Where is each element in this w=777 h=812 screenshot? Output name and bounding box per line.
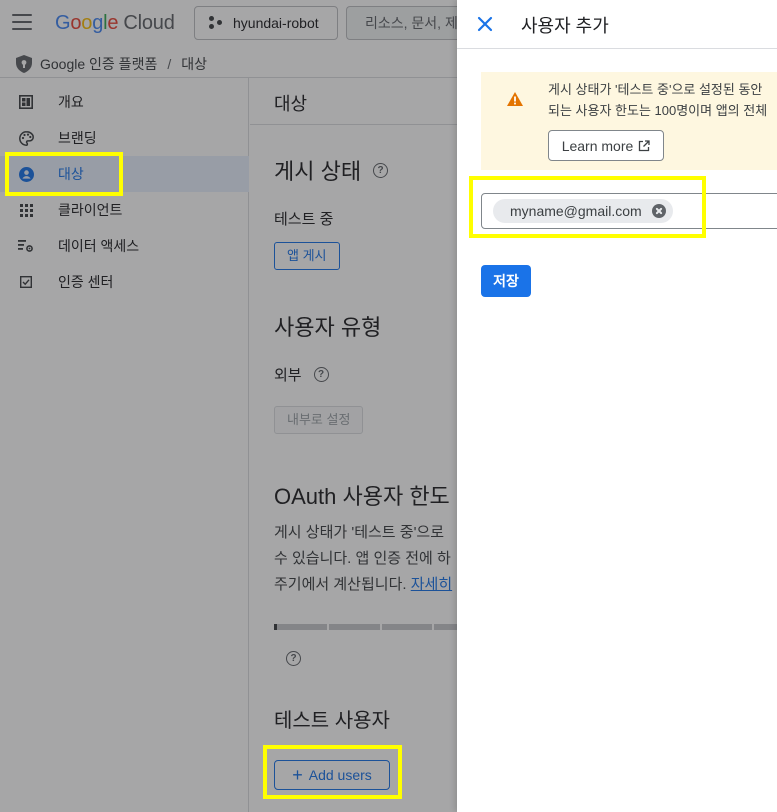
panel-title: 사용자 추가 xyxy=(521,16,609,36)
add-users-panel: 사용자 추가 게시 상태가 '테스트 중'으로 설정된 동안 되는 사용자 한도… xyxy=(457,0,777,812)
warning-text-line: 되는 사용자 한도는 100명이며 앱의 전체 xyxy=(548,103,768,118)
close-icon[interactable] xyxy=(475,14,495,34)
panel-header: 사용자 추가 xyxy=(457,0,777,49)
warning-icon xyxy=(507,92,523,106)
user-email-input[interactable]: myname@gmail.com xyxy=(481,193,777,229)
email-chip[interactable]: myname@gmail.com xyxy=(493,199,673,223)
external-link-icon xyxy=(639,139,650,151)
modal-scrim[interactable] xyxy=(0,0,457,812)
remove-chip-icon[interactable] xyxy=(651,204,666,218)
testing-warning-banner: 게시 상태가 '테스트 중'으로 설정된 동안 되는 사용자 한도는 100명이… xyxy=(481,72,777,170)
learn-more-label: Learn more xyxy=(561,137,634,154)
email-chip-text: myname@gmail.com xyxy=(510,203,642,219)
save-button[interactable]: 저장 xyxy=(481,265,531,297)
learn-more-button[interactable]: Learn more xyxy=(548,130,664,161)
warning-text-line: 게시 상태가 '테스트 중'으로 설정된 동안 xyxy=(548,82,763,97)
warning-text: 게시 상태가 '테스트 중'으로 설정된 동안 되는 사용자 한도는 100명이… xyxy=(548,79,767,121)
